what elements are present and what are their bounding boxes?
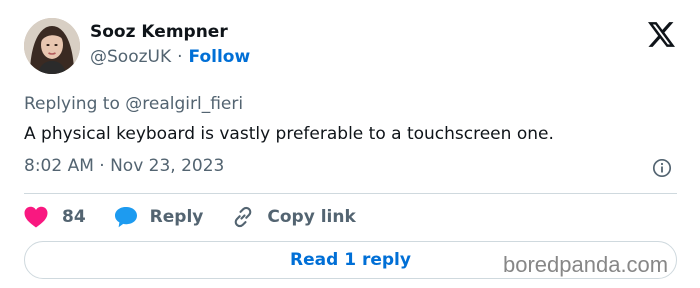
avatar[interactable]	[24, 18, 80, 74]
like-count: 84	[62, 207, 86, 227]
follow-button[interactable]: Follow	[189, 47, 251, 67]
reply-button[interactable]: Reply	[114, 206, 204, 228]
like-button[interactable]: 84	[24, 206, 86, 228]
heart-icon	[24, 206, 48, 228]
watermark: boredpanda.com	[503, 252, 669, 277]
speech-bubble-icon	[114, 207, 137, 228]
copy-link-button[interactable]: Copy link	[231, 205, 356, 229]
separator: ·	[177, 47, 183, 67]
replying-to-prefix: Replying to	[24, 94, 126, 114]
action-bar: 84 Reply Copy link	[24, 203, 384, 231]
author-handle[interactable]: @SoozUK	[90, 47, 171, 67]
link-icon	[235, 206, 252, 228]
copy-link-label: Copy link	[267, 207, 356, 227]
reply-label: Reply	[149, 207, 204, 227]
tweet-timestamp[interactable]: 8:02 AM · Nov 23, 2023	[24, 156, 224, 176]
author-name[interactable]: Sooz Kempner	[90, 22, 228, 42]
replying-to-mention[interactable]: @realgirl_fieri	[125, 94, 243, 114]
tweet-card: Sooz Kempner @SoozUK · Follow Replying to …	[0, 0, 700, 288]
info-icon[interactable]	[652, 158, 672, 178]
x-logo-icon[interactable]	[648, 22, 675, 47]
replying-to: Replying to @realgirl_fieri	[24, 94, 243, 114]
divider	[24, 193, 677, 194]
tweet-text: A physical keyboard is vastly preferable…	[24, 124, 554, 144]
author-handle-row: @SoozUK · Follow	[90, 47, 250, 67]
